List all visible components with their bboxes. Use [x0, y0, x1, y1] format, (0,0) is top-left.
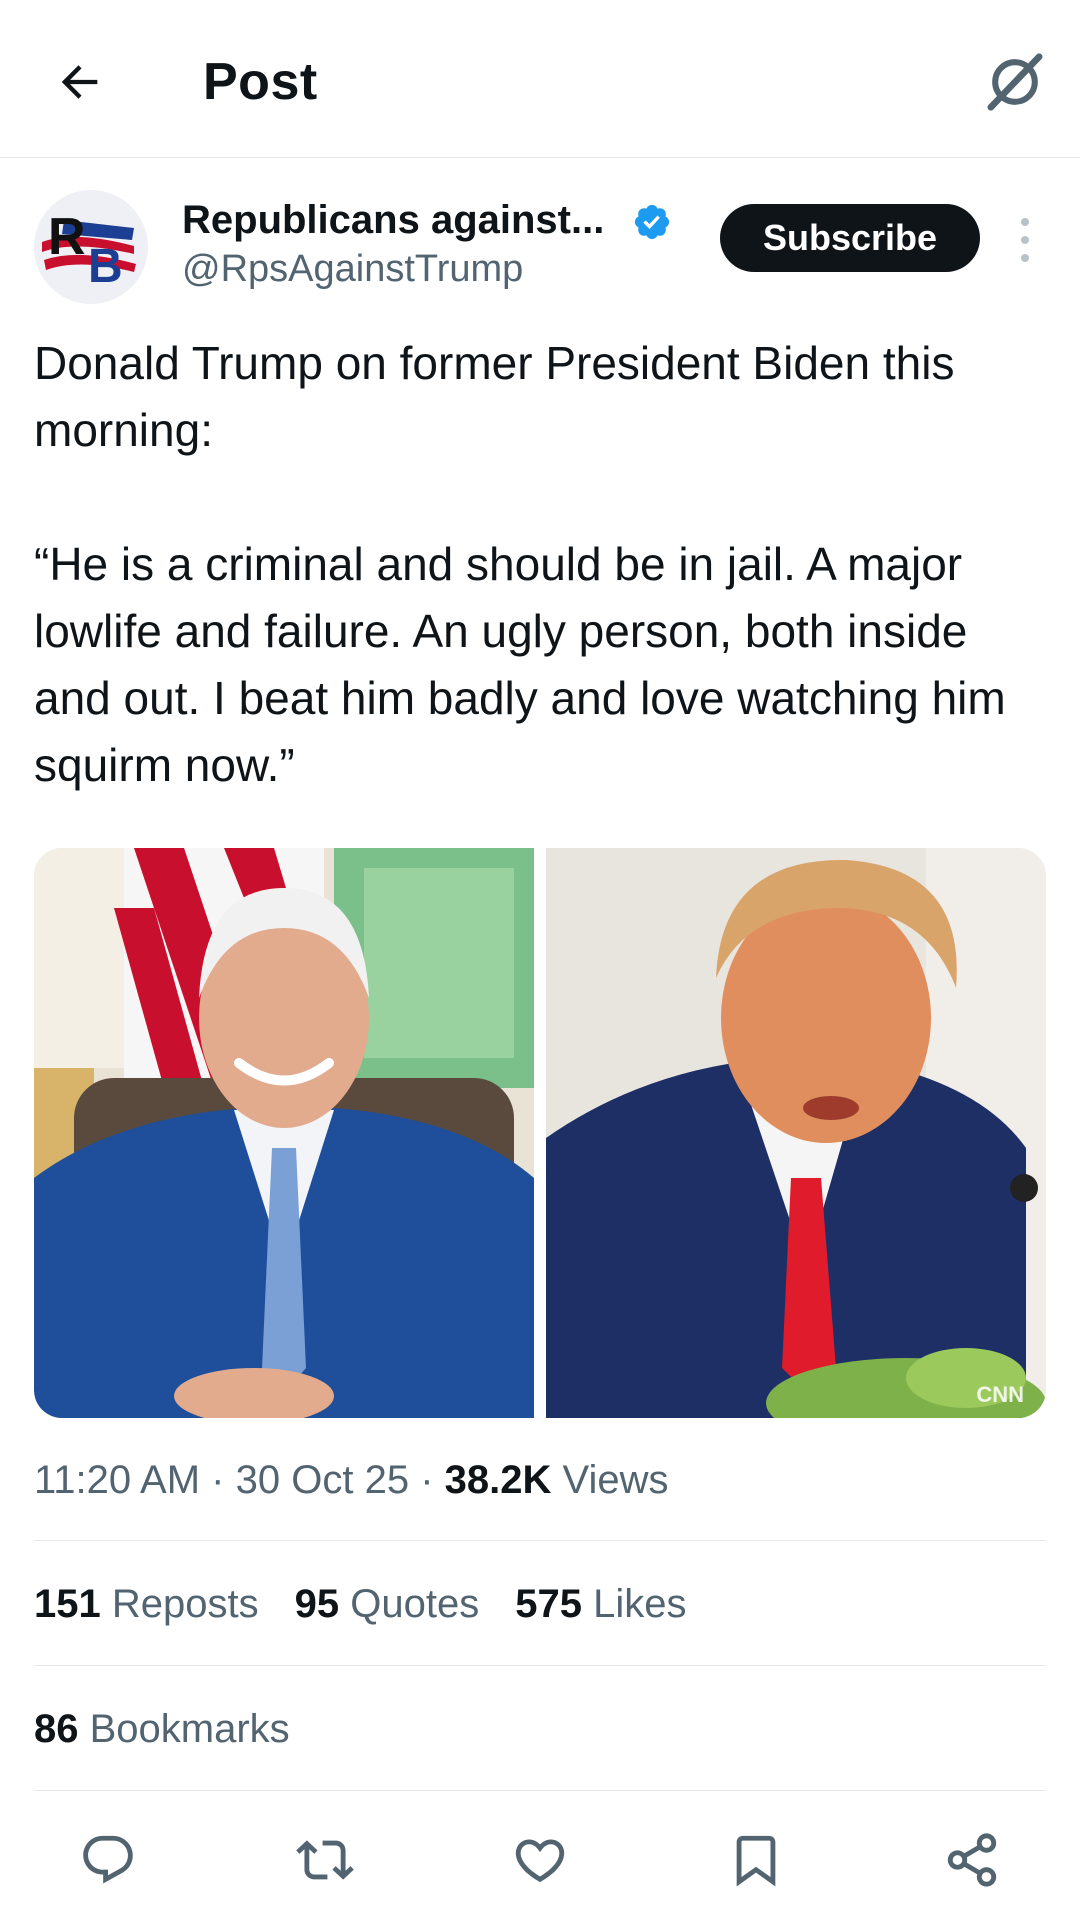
- reply-icon: [83, 1835, 133, 1884]
- quotes-label: Quotes: [350, 1582, 480, 1626]
- svg-text:R: R: [48, 208, 86, 266]
- biden-photo-illustration: [34, 848, 534, 1418]
- bookmarks-label: Bookmarks: [89, 1707, 290, 1751]
- divider: [34, 1540, 1046, 1541]
- meta-separator: ·: [211, 1458, 225, 1502]
- likes-count: 575: [515, 1582, 582, 1626]
- bookmarks-count: 86: [34, 1707, 79, 1751]
- top-bar: Post: [0, 0, 1080, 158]
- action-bar: [0, 1820, 1080, 1910]
- views-count: 38.2K: [444, 1458, 552, 1502]
- verified-badge-icon: [634, 204, 670, 240]
- engagement-stats: 151 Reposts 95 Quotes 575 Likes: [34, 1582, 686, 1627]
- like-icon: [515, 1839, 565, 1883]
- media-grid: CNN: [34, 848, 1046, 1418]
- back-button[interactable]: [40, 42, 120, 122]
- trump-photo-illustration: [546, 848, 1046, 1418]
- more-options-button[interactable]: [1010, 210, 1040, 270]
- svg-text:B: B: [88, 240, 123, 293]
- repost-button[interactable]: [285, 1820, 365, 1900]
- divider: [34, 1665, 1046, 1666]
- page-title: Post: [203, 53, 318, 111]
- subscribe-button[interactable]: Subscribe: [720, 204, 980, 272]
- photo-trump[interactable]: CNN: [546, 848, 1046, 1418]
- likes-label: Likes: [593, 1582, 687, 1626]
- reposts-stat[interactable]: 151 Reposts: [34, 1582, 259, 1627]
- bookmark-button[interactable]: [716, 1820, 796, 1900]
- like-button[interactable]: [500, 1820, 580, 1900]
- author-name[interactable]: Republicans against...: [182, 198, 604, 243]
- grok-button[interactable]: [975, 42, 1055, 122]
- post-date: 30 Oct 25: [235, 1458, 410, 1502]
- repost-icon: [296, 1840, 354, 1880]
- dot: [1021, 236, 1029, 244]
- dot: [1021, 218, 1029, 226]
- arrow-left-icon: [61, 65, 98, 99]
- post-meta: 11:20 AM · 30 Oct 25 · 38.2K Views: [34, 1458, 669, 1503]
- avatar[interactable]: R B: [34, 190, 148, 304]
- post-time: 11:20 AM: [34, 1458, 201, 1502]
- likes-stat[interactable]: 575 Likes: [515, 1582, 686, 1627]
- photo-biden[interactable]: [34, 848, 534, 1418]
- post-text: Donald Trump on former President Biden t…: [34, 337, 1006, 791]
- views-label: Views: [562, 1458, 669, 1502]
- share-icon: [947, 1833, 997, 1887]
- grok-icon: [987, 53, 1043, 111]
- reply-button[interactable]: [68, 1820, 148, 1900]
- reposts-count: 151: [34, 1582, 101, 1626]
- author-handle[interactable]: @RpsAgainstTrump: [182, 248, 523, 291]
- dot: [1021, 254, 1029, 262]
- avatar-logo-icon: R B: [34, 190, 148, 304]
- meta-separator: ·: [420, 1458, 434, 1502]
- bookmark-icon: [736, 1835, 776, 1887]
- bookmarks-stat[interactable]: 86 Bookmarks: [34, 1707, 290, 1752]
- share-button[interactable]: [932, 1820, 1012, 1900]
- quotes-stat[interactable]: 95 Quotes: [295, 1582, 480, 1627]
- photo-watermark: CNN: [976, 1382, 1024, 1407]
- reposts-label: Reposts: [111, 1582, 259, 1626]
- divider: [34, 1790, 1046, 1791]
- quotes-count: 95: [294, 1582, 340, 1626]
